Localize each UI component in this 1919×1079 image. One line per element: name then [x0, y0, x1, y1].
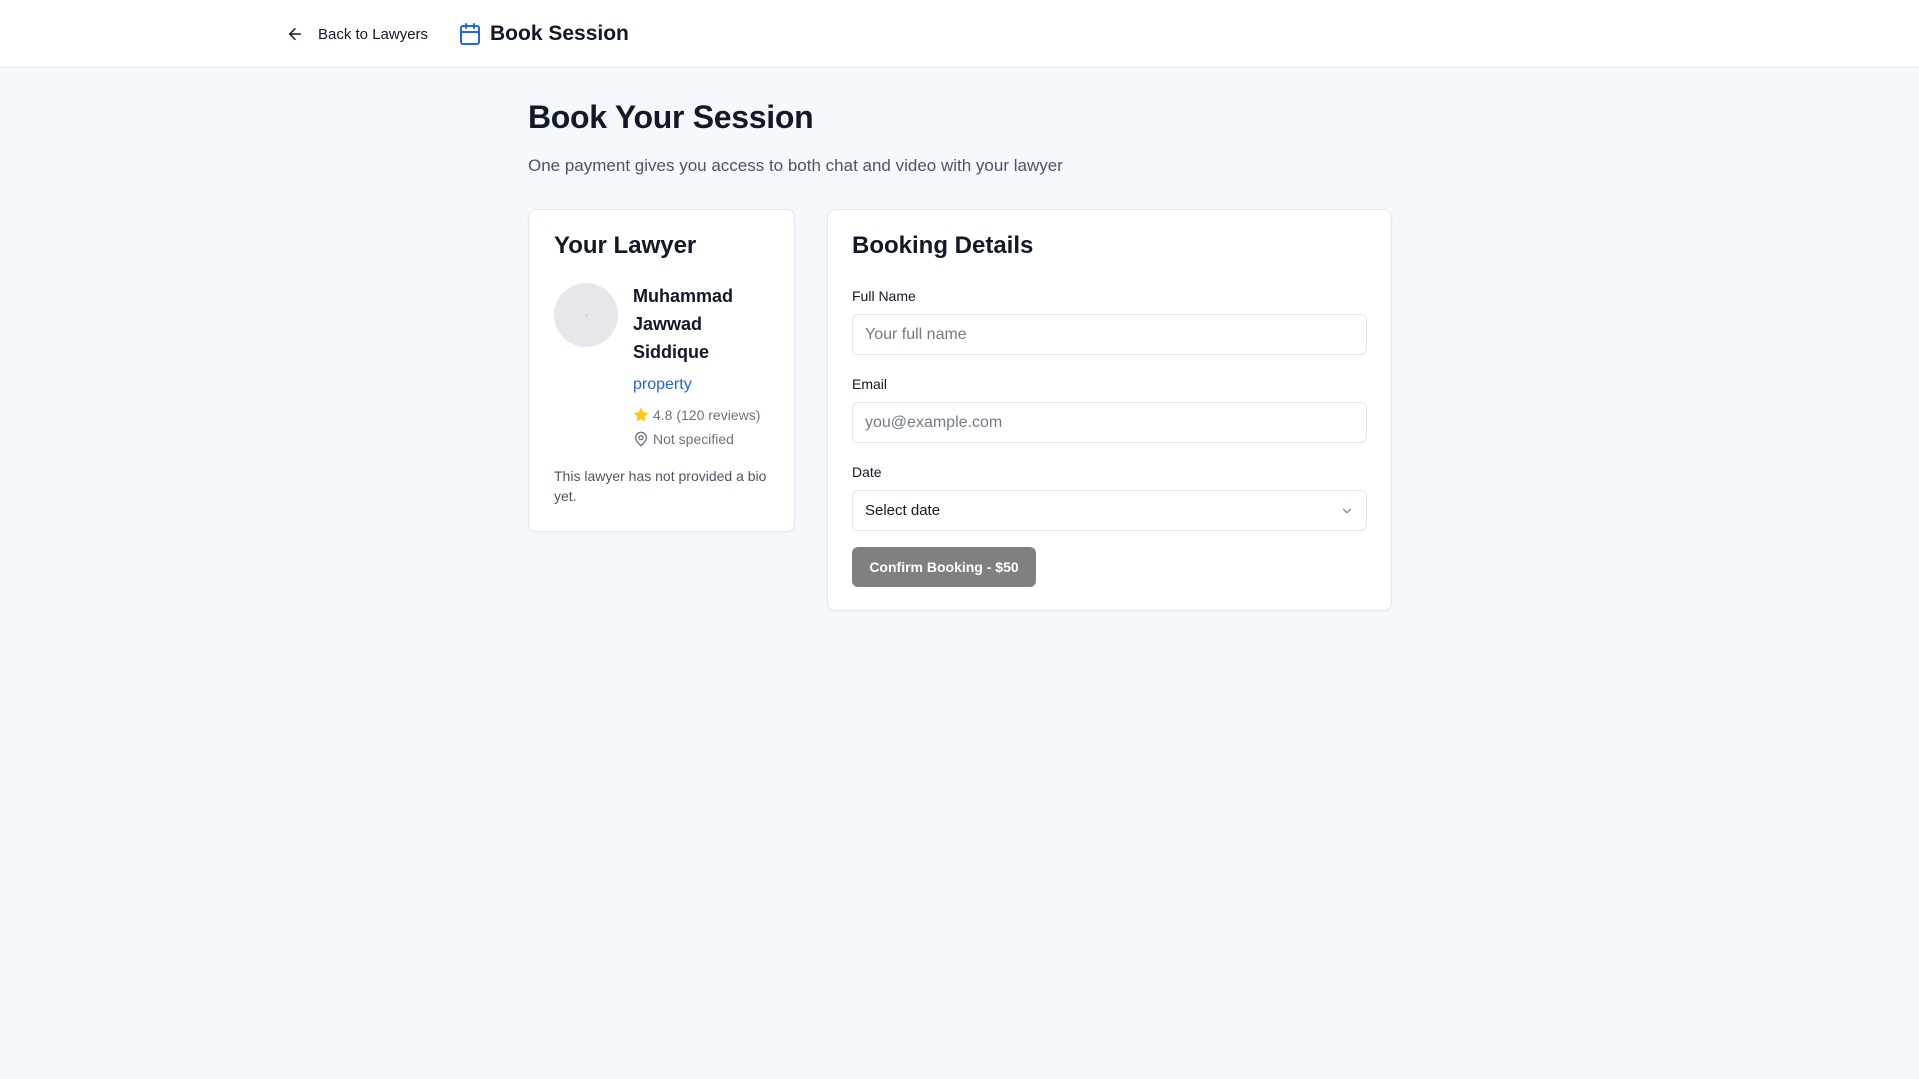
top-bar: Back to Lawyers Book Session — [0, 0, 1919, 68]
full-name-input[interactable] — [852, 314, 1367, 355]
chevron-down-icon — [1342, 508, 1352, 513]
header-brand: Book Session — [458, 18, 629, 50]
rating-text: 4.8 (120 reviews) — [653, 407, 761, 423]
lawyer-location: Not specified — [633, 431, 734, 447]
page-subtitle: One payment gives you access to both cha… — [528, 156, 1063, 175]
location-text: Not specified — [653, 431, 734, 447]
full-name-label: Full Name — [852, 288, 916, 304]
lawyer-card-title: Your Lawyer — [554, 232, 697, 259]
avatar — [554, 283, 618, 347]
booking-details-card: Booking Details Full Name Email Date Sel… — [827, 209, 1392, 611]
date-select-value: Select date — [865, 502, 941, 519]
back-link-label: Back to Lawyers — [318, 25, 429, 43]
email-input[interactable] — [852, 402, 1367, 443]
lawyer-bio: This lawyer has not provided a bio yet. — [554, 468, 767, 504]
lawyer-rating: 4.8 (120 reviews) — [633, 407, 760, 423]
star-icon — [634, 408, 648, 422]
arrow-left-icon — [289, 28, 301, 40]
date-label: Date — [852, 464, 882, 480]
email-label: Email — [852, 376, 888, 392]
confirm-booking-button[interactable]: Confirm Booking - $50 — [852, 547, 1036, 587]
booking-card-title: Booking Details — [852, 232, 1034, 259]
lawyer-specialty: property — [633, 376, 692, 393]
lawyer-name: Muhammad Jawwad Siddique — [633, 286, 734, 362]
map-pin-icon — [635, 431, 647, 447]
date-select[interactable]: Select date — [852, 490, 1367, 531]
header-title: Book Session — [490, 22, 629, 45]
calendar-icon — [460, 23, 480, 45]
page-title: Book Your Session — [528, 99, 814, 135]
lawyer-card: Your Lawyer Muhammad Jawwad Siddique pro… — [528, 209, 795, 532]
back-to-lawyers-link[interactable]: Back to Lawyers — [286, 20, 428, 48]
